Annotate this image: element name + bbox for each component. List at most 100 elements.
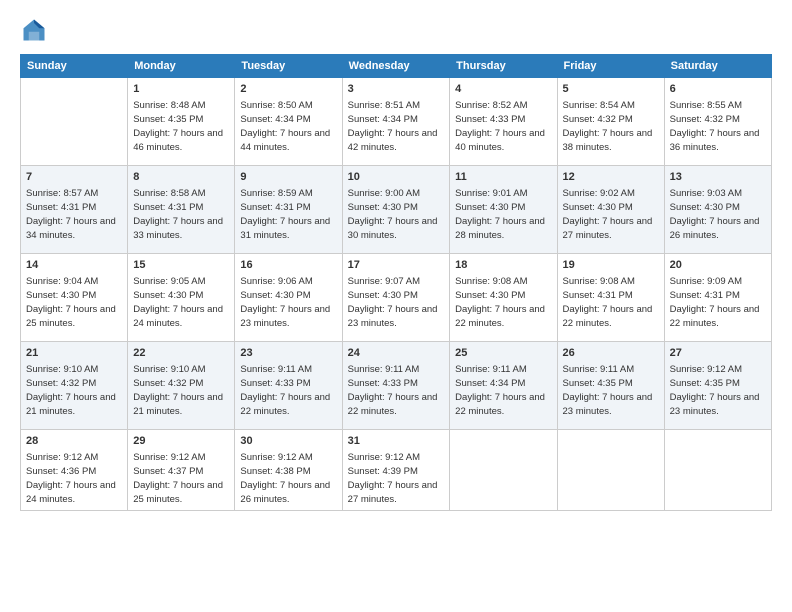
day-number: 29 [133,434,229,449]
day-info: Sunrise: 9:11 AMSunset: 4:35 PMDaylight:… [563,363,659,418]
day-info: Sunrise: 8:57 AMSunset: 4:31 PMDaylight:… [26,187,122,242]
day-number: 26 [563,346,659,361]
calendar-cell: 17 Sunrise: 9:07 AMSunset: 4:30 PMDayligh… [342,254,450,342]
day-number: 27 [670,346,766,361]
calendar-cell: 31 Sunrise: 9:12 AMSunset: 4:39 PMDayligh… [342,430,450,511]
page: SundayMondayTuesdayWednesdayThursdayFrid… [0,0,792,612]
day-number: 18 [455,258,551,273]
calendar-cell: 19 Sunrise: 9:08 AMSunset: 4:31 PMDayligh… [557,254,664,342]
day-info: Sunrise: 9:05 AMSunset: 4:30 PMDaylight:… [133,275,229,330]
calendar-cell: 21Sunrise: 9:10 AMSunset: 4:32 PMDayligh… [21,342,128,430]
calendar-cell: 10 Sunrise: 9:00 AMSunset: 4:30 PMDayligh… [342,166,450,254]
calendar-cell: 6Sunrise: 8:55 AMSunset: 4:32 PMDaylight… [664,78,771,166]
week-row-3: 14 Sunrise: 9:04 AMSunset: 4:30 PMDayligh… [21,254,772,342]
week-row-1: 1 Sunrise: 8:48 AMSunset: 4:35 PMDaylight… [21,78,772,166]
day-info: Sunrise: 9:11 AMSunset: 4:34 PMDaylight:… [455,363,551,418]
calendar-cell: 3Sunrise: 8:51 AMSunset: 4:34 PMDaylight… [342,78,450,166]
day-number: 8 [133,170,229,185]
calendar-cell: 20Sunrise: 9:09 AMSunset: 4:31 PMDayligh… [664,254,771,342]
day-number: 16 [240,258,336,273]
week-row-5: 28 Sunrise: 9:12 AMSunset: 4:36 PMDayligh… [21,430,772,511]
day-number: 4 [455,82,551,97]
day-number: 25 [455,346,551,361]
day-number: 19 [563,258,659,273]
day-info: Sunrise: 9:04 AMSunset: 4:30 PMDaylight:… [26,275,122,330]
day-info: Sunrise: 9:07 AMSunset: 4:30 PMDaylight:… [348,275,445,330]
calendar-cell: 15 Sunrise: 9:05 AMSunset: 4:30 PMDayligh… [128,254,235,342]
day-info: Sunrise: 9:10 AMSunset: 4:32 PMDaylight:… [133,363,229,418]
week-row-2: 7 Sunrise: 8:57 AMSunset: 4:31 PMDaylight… [21,166,772,254]
day-info: Sunrise: 9:10 AMSunset: 4:32 PMDaylight:… [26,363,122,418]
calendar-cell: 25 Sunrise: 9:11 AMSunset: 4:34 PMDayligh… [450,342,557,430]
header-row: SundayMondayTuesdayWednesdayThursdayFrid… [21,55,772,78]
calendar-table: SundayMondayTuesdayWednesdayThursdayFrid… [20,54,772,511]
day-info: Sunrise: 9:06 AMSunset: 4:30 PMDaylight:… [240,275,336,330]
calendar-cell: 30Sunrise: 9:12 AMSunset: 4:38 PMDayligh… [235,430,342,511]
day-info: Sunrise: 9:08 AMSunset: 4:31 PMDaylight:… [563,275,659,330]
calendar-cell: 2 Sunrise: 8:50 AMSunset: 4:34 PMDaylight… [235,78,342,166]
calendar-cell [557,430,664,511]
calendar-cell: 23 Sunrise: 9:11 AMSunset: 4:33 PMDayligh… [235,342,342,430]
day-info: Sunrise: 9:12 AMSunset: 4:35 PMDaylight:… [670,363,766,418]
week-row-4: 21Sunrise: 9:10 AMSunset: 4:32 PMDayligh… [21,342,772,430]
day-number: 10 [348,170,445,185]
day-info: Sunrise: 8:58 AMSunset: 4:31 PMDaylight:… [133,187,229,242]
day-number: 23 [240,346,336,361]
calendar-cell: 22 Sunrise: 9:10 AMSunset: 4:32 PMDayligh… [128,342,235,430]
day-number: 5 [563,82,659,97]
day-info: Sunrise: 8:48 AMSunset: 4:35 PMDaylight:… [133,99,229,154]
day-info: Sunrise: 8:52 AMSunset: 4:33 PMDaylight:… [455,99,551,154]
day-number: 3 [348,82,445,97]
day-number: 11 [455,170,551,185]
col-header-wednesday: Wednesday [342,55,450,78]
day-info: Sunrise: 9:09 AMSunset: 4:31 PMDaylight:… [670,275,766,330]
day-info: Sunrise: 9:01 AMSunset: 4:30 PMDaylight:… [455,187,551,242]
day-info: Sunrise: 9:12 AMSunset: 4:36 PMDaylight:… [26,451,122,506]
logo [20,16,52,44]
day-number: 31 [348,434,445,449]
day-info: Sunrise: 9:08 AMSunset: 4:30 PMDaylight:… [455,275,551,330]
calendar-cell: 1 Sunrise: 8:48 AMSunset: 4:35 PMDaylight… [128,78,235,166]
calendar-cell: 26 Sunrise: 9:11 AMSunset: 4:35 PMDayligh… [557,342,664,430]
day-info: Sunrise: 9:03 AMSunset: 4:30 PMDaylight:… [670,187,766,242]
logo-icon [20,16,48,44]
calendar-cell: 27 Sunrise: 9:12 AMSunset: 4:35 PMDayligh… [664,342,771,430]
day-number: 14 [26,258,122,273]
col-header-friday: Friday [557,55,664,78]
day-info: Sunrise: 8:59 AMSunset: 4:31 PMDaylight:… [240,187,336,242]
calendar-cell [450,430,557,511]
col-header-sunday: Sunday [21,55,128,78]
calendar-cell: 12 Sunrise: 9:02 AMSunset: 4:30 PMDayligh… [557,166,664,254]
calendar-cell: 13 Sunrise: 9:03 AMSunset: 4:30 PMDayligh… [664,166,771,254]
day-number: 22 [133,346,229,361]
calendar-cell [664,430,771,511]
day-number: 15 [133,258,229,273]
day-info: Sunrise: 9:12 AMSunset: 4:37 PMDaylight:… [133,451,229,506]
calendar-cell: 24Sunrise: 9:11 AMSunset: 4:33 PMDayligh… [342,342,450,430]
day-info: Sunrise: 8:50 AMSunset: 4:34 PMDaylight:… [240,99,336,154]
day-number: 12 [563,170,659,185]
calendar-cell: 11 Sunrise: 9:01 AMSunset: 4:30 PMDayligh… [450,166,557,254]
day-number: 28 [26,434,122,449]
day-number: 7 [26,170,122,185]
calendar-cell: 29 Sunrise: 9:12 AMSunset: 4:37 PMDayligh… [128,430,235,511]
day-number: 1 [133,82,229,97]
calendar-cell: 14 Sunrise: 9:04 AMSunset: 4:30 PMDayligh… [21,254,128,342]
calendar-cell: 18 Sunrise: 9:08 AMSunset: 4:30 PMDayligh… [450,254,557,342]
day-number: 30 [240,434,336,449]
calendar-cell: 8 Sunrise: 8:58 AMSunset: 4:31 PMDaylight… [128,166,235,254]
day-info: Sunrise: 9:11 AMSunset: 4:33 PMDaylight:… [240,363,336,418]
day-number: 24 [348,346,445,361]
day-info: Sunrise: 8:55 AMSunset: 4:32 PMDaylight:… [670,99,766,154]
day-number: 2 [240,82,336,97]
day-info: Sunrise: 9:02 AMSunset: 4:30 PMDaylight:… [563,187,659,242]
day-number: 13 [670,170,766,185]
calendar-cell: 16 Sunrise: 9:06 AMSunset: 4:30 PMDayligh… [235,254,342,342]
day-number: 17 [348,258,445,273]
calendar-cell: 4 Sunrise: 8:52 AMSunset: 4:33 PMDaylight… [450,78,557,166]
day-info: Sunrise: 9:00 AMSunset: 4:30 PMDaylight:… [348,187,445,242]
col-header-monday: Monday [128,55,235,78]
day-info: Sunrise: 9:12 AMSunset: 4:39 PMDaylight:… [348,451,445,506]
header [20,16,772,44]
calendar-cell: 28 Sunrise: 9:12 AMSunset: 4:36 PMDayligh… [21,430,128,511]
